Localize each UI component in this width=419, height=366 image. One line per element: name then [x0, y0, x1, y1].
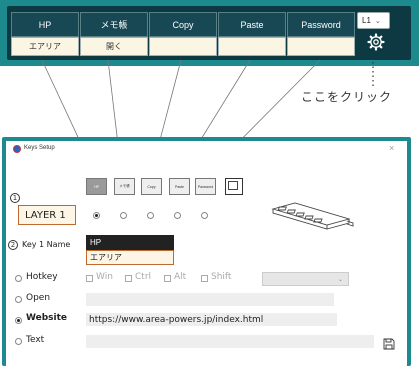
key-header[interactable]: Paste	[218, 12, 286, 37]
key-header[interactable]: Copy	[149, 12, 217, 37]
key1-radio[interactable]	[93, 212, 100, 219]
key-value[interactable]: エアリア	[11, 37, 79, 56]
mini-key-copy-button[interactable]: Copy	[141, 178, 162, 195]
mini-key-hp-button[interactable]: HP	[86, 178, 107, 195]
click-here-annotation: ここをクリック	[301, 90, 393, 104]
website-url-field[interactable]: https://www.area-powers.jp/index.html	[86, 313, 337, 326]
close-icon[interactable]: ×	[389, 143, 394, 153]
layer-select-value: L1	[362, 16, 371, 25]
mini-key-notepad-button[interactable]: メモ帳	[114, 178, 135, 195]
key-name-input[interactable]: エアリア	[86, 250, 174, 265]
chevron-down-icon: ⌄	[374, 17, 381, 25]
open-label: Open	[26, 293, 51, 303]
text-label: Text	[26, 335, 45, 345]
mini-key-password-button[interactable]: Password	[195, 178, 216, 195]
top-toolbar-panel: HP エアリア メモ帳 開く Copy Paste Password	[0, 0, 419, 66]
step-one-marker: 1	[10, 193, 20, 203]
open-path-field[interactable]	[86, 293, 334, 306]
key-strip: HP エアリア メモ帳 開く Copy Paste Password	[7, 6, 411, 60]
key2-radio[interactable]	[120, 212, 127, 219]
open-radio[interactable]	[15, 296, 22, 303]
toolbar-key-password[interactable]: Password	[287, 12, 355, 56]
text-radio[interactable]	[15, 338, 22, 345]
keys-setup-dialog: Keys Setup × 1 HP メモ帳 Copy Paste Passwor…	[2, 137, 411, 366]
usb-keypad-device-icon	[271, 202, 354, 230]
mini-blank-key-button[interactable]	[225, 178, 243, 195]
toolbar-key-notepad[interactable]: メモ帳 開く	[80, 12, 148, 56]
dialog-title: Keys Setup	[24, 145, 55, 151]
shift-checkbox[interactable]	[201, 275, 208, 282]
key4-radio[interactable]	[174, 212, 181, 219]
key5-radio[interactable]	[201, 212, 208, 219]
key-header-display: HP	[86, 235, 174, 250]
hotkey-label: Hotkey	[26, 272, 58, 282]
toolbar-key-paste[interactable]: Paste	[218, 12, 286, 56]
key-value[interactable]: 開く	[80, 37, 148, 56]
key-header[interactable]: Password	[287, 12, 355, 37]
key-value[interactable]	[218, 37, 286, 56]
mini-key-paste-button[interactable]: Paste	[169, 178, 190, 195]
toolbar-key-copy[interactable]: Copy	[149, 12, 217, 56]
dotted-pointer-line	[372, 62, 374, 88]
key-value[interactable]	[287, 37, 355, 56]
save-icon[interactable]	[383, 338, 395, 350]
chevron-down-icon: ⌄	[337, 276, 343, 283]
key3-radio[interactable]	[147, 212, 154, 219]
text-content-field[interactable]	[86, 335, 374, 348]
hotkey-key-dropdown[interactable]: ⌄	[262, 272, 349, 286]
alt-checkbox[interactable]	[164, 275, 171, 282]
key-name-label: Key 1 Name	[22, 240, 71, 249]
key-header[interactable]: HP	[11, 12, 79, 37]
win-checkbox[interactable]	[86, 275, 93, 282]
key-value[interactable]	[149, 37, 217, 56]
layer-select-dropdown[interactable]: L1 ⌄	[357, 12, 390, 29]
website-radio[interactable]	[15, 317, 22, 324]
shift-label: Shift	[211, 272, 232, 282]
website-label: Website	[26, 313, 68, 323]
toolbar-key-hp[interactable]: HP エアリア	[11, 12, 79, 56]
dialog-body: Keys Setup × 1 HP メモ帳 Copy Paste Passwor…	[6, 141, 407, 366]
app-icon	[13, 145, 21, 153]
ctrl-checkbox[interactable]	[125, 275, 132, 282]
ctrl-label: Ctrl	[135, 272, 152, 282]
dialog-titlebar[interactable]: Keys Setup ×	[6, 141, 407, 159]
key-header[interactable]: メモ帳	[80, 12, 148, 37]
step-two-marker: 2	[8, 240, 18, 250]
gear-icon[interactable]	[366, 32, 386, 52]
win-label: Win	[96, 272, 113, 282]
layer-name-field[interactable]: LAYER 1	[18, 205, 76, 225]
hotkey-radio[interactable]	[15, 275, 22, 282]
alt-label: Alt	[174, 272, 187, 282]
